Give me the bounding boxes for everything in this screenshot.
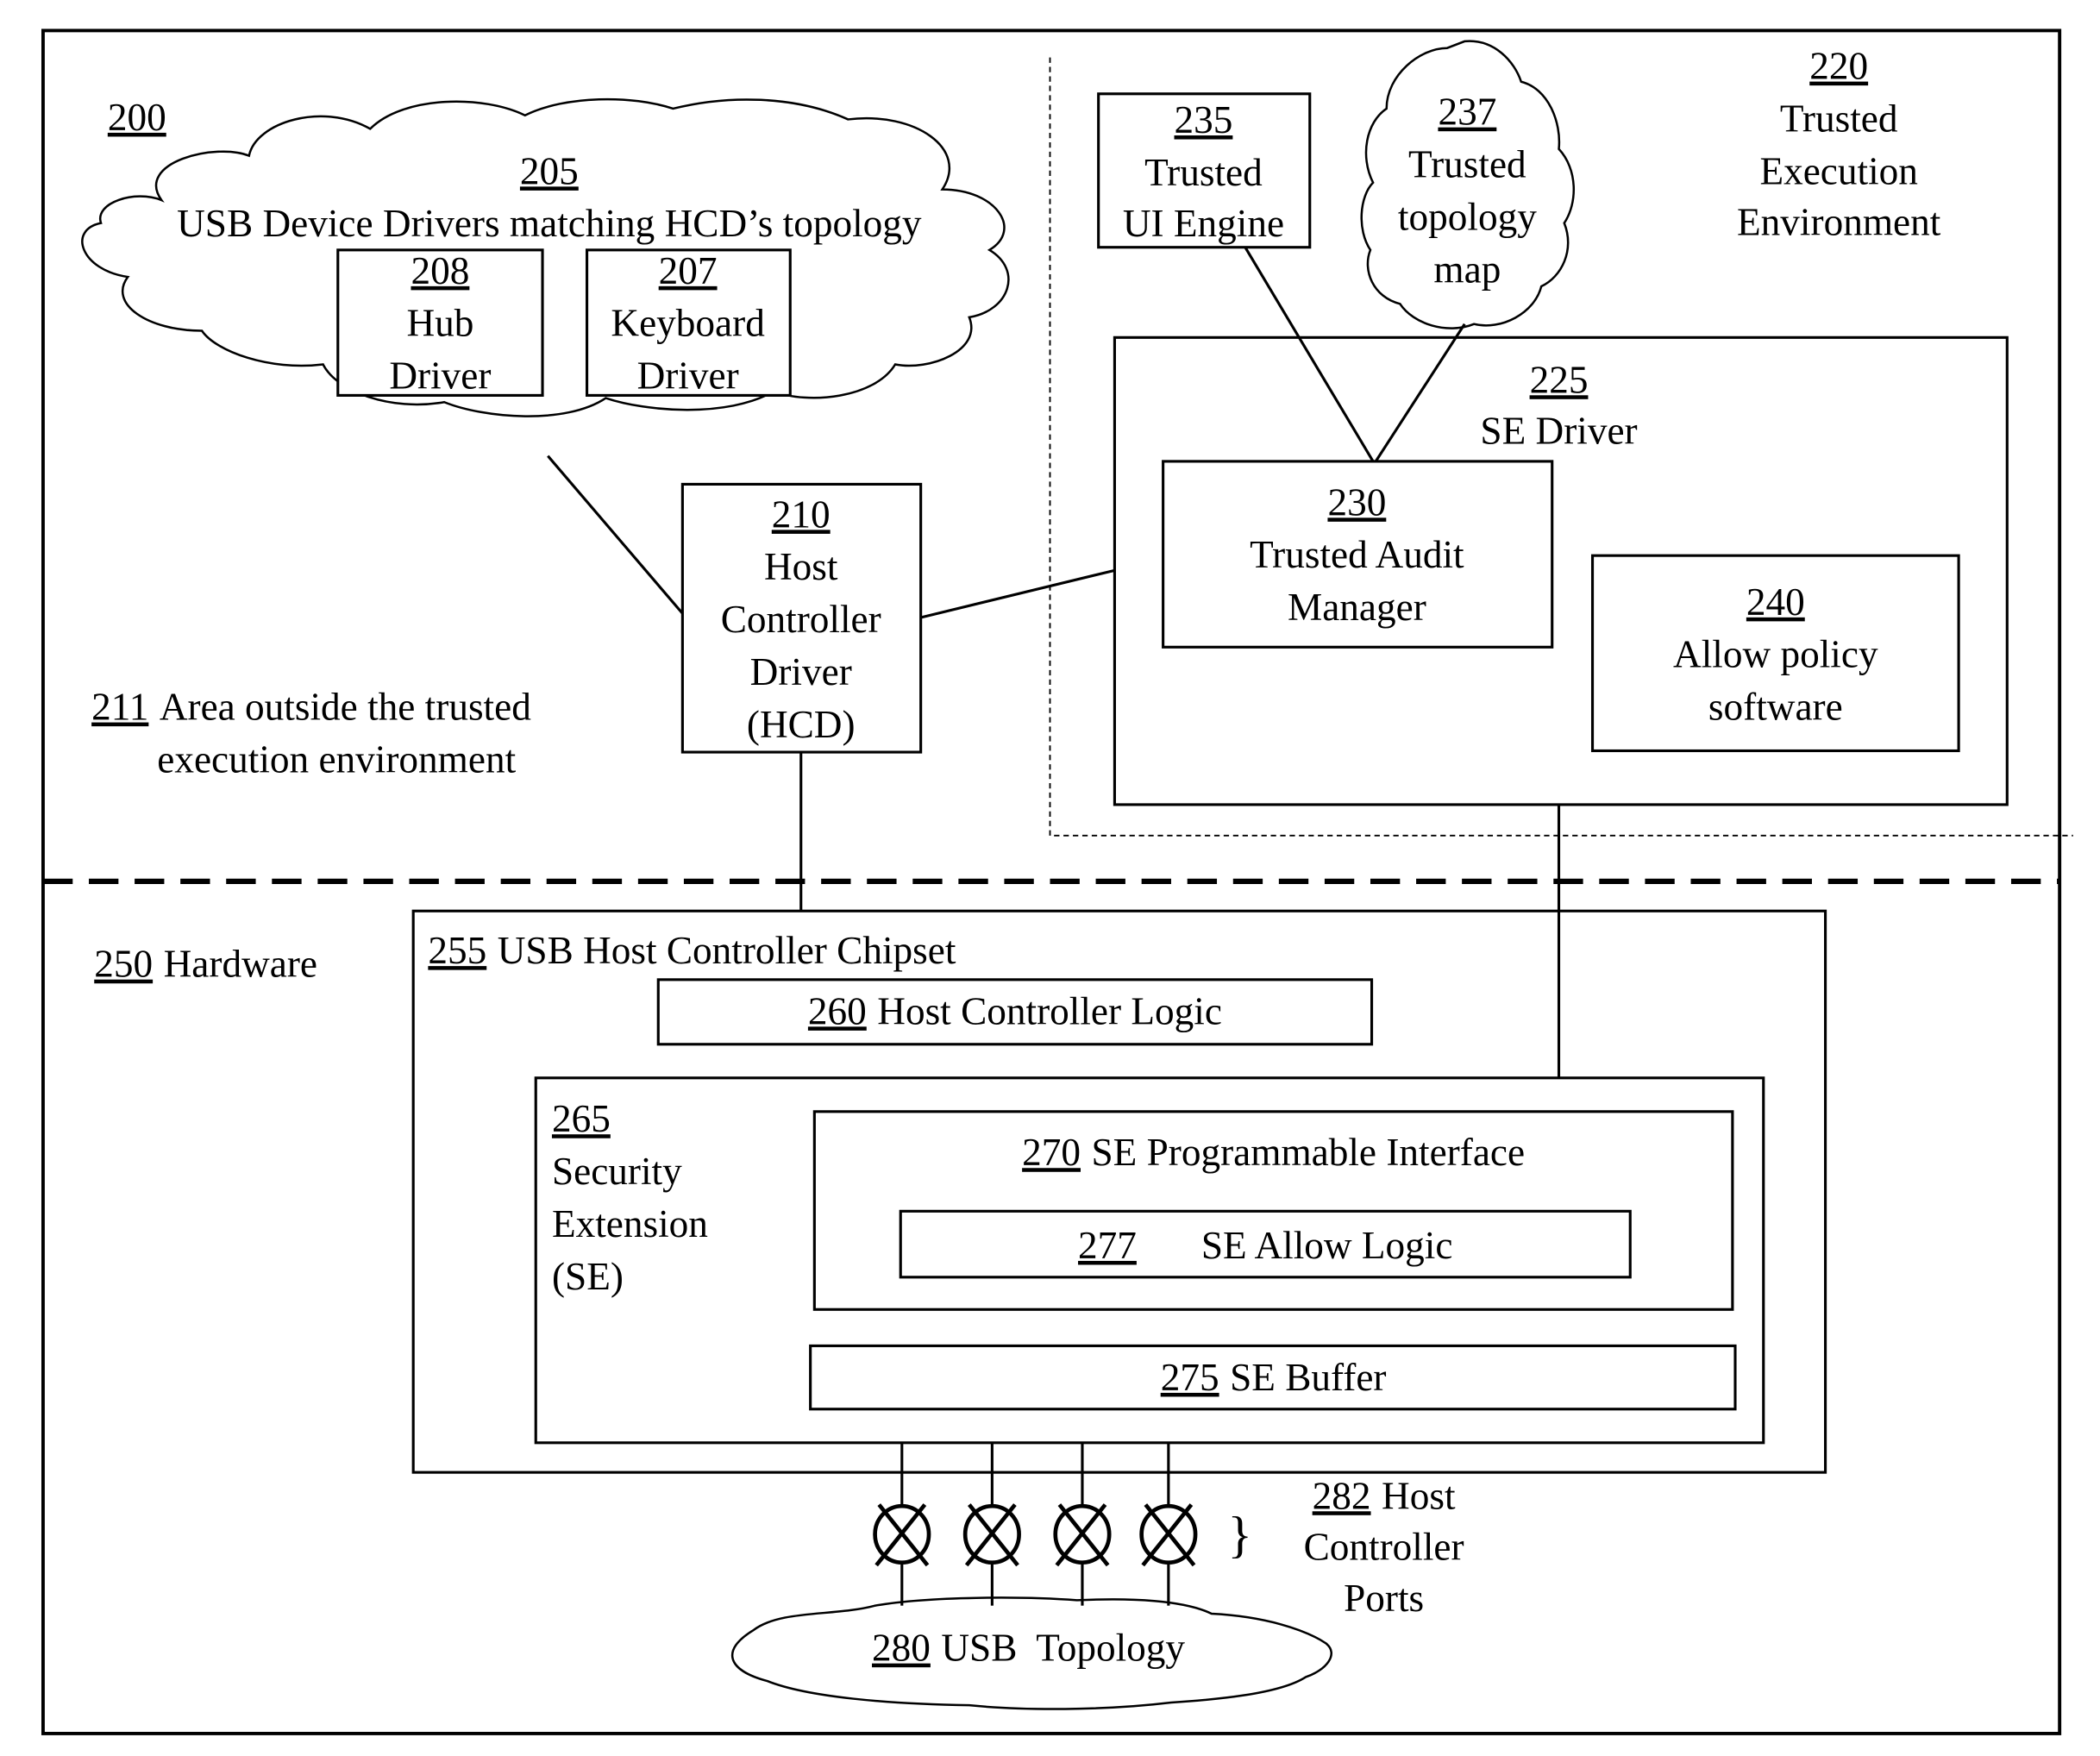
- topology-map-ref: 237: [1438, 91, 1496, 134]
- tee-line3: Environment: [1737, 201, 1941, 244]
- hc-logic-text: Host Controller Logic: [877, 989, 1222, 1032]
- ports-brace: }: [1228, 1506, 1252, 1563]
- ports-label-line2: Controller: [1304, 1526, 1464, 1569]
- topology-map-line2: topology: [1398, 195, 1537, 238]
- connector-hcd-sedriver: [920, 568, 1115, 619]
- se-driver-ref: 225: [1530, 358, 1589, 401]
- hub-driver-ref: 208: [411, 249, 469, 292]
- usb-topology-text: USB Topology: [941, 1627, 1185, 1670]
- usb-topology-ref: 280: [872, 1627, 931, 1670]
- hardware-ref: 250: [94, 943, 153, 986]
- security-extension-line1: Security: [552, 1150, 682, 1193]
- hub-driver-line2: Driver: [389, 354, 491, 398]
- se-allow-logic-text: SE Allow Logic: [1201, 1224, 1453, 1267]
- outside-area-label-line2: execution environment: [157, 737, 516, 781]
- trusted-ui-engine-line1: Trusted: [1144, 151, 1263, 194]
- hcd-line1: Host: [764, 545, 838, 588]
- usb-device-drivers-ref: 205: [520, 149, 579, 192]
- se-allow-logic-ref: 277: [1078, 1224, 1137, 1267]
- hcd-ref: 210: [772, 492, 831, 536]
- hcd-line3: Driver: [750, 650, 852, 693]
- se-driver-label: SE Driver: [1480, 410, 1637, 453]
- ports-label-line1: 282 Host: [1313, 1474, 1456, 1517]
- ports-ref: 282: [1313, 1474, 1371, 1517]
- audit-manager-line2: Manager: [1288, 586, 1426, 629]
- se-buffer-text: SE Buffer: [1230, 1356, 1386, 1399]
- chipset-ref: 255: [428, 929, 486, 972]
- host-controller-ports: [873, 1442, 1198, 1606]
- security-extension-ref: 265: [552, 1097, 611, 1140]
- trusted-ui-engine-line2: UI Engine: [1123, 202, 1284, 245]
- se-buffer-ref: 275: [1161, 1356, 1219, 1399]
- audit-manager-ref: 230: [1327, 480, 1386, 524]
- hcd-line2: Controller: [721, 598, 881, 641]
- hc-logic-ref: 260: [808, 989, 867, 1032]
- hub-driver-line1: Hub: [406, 302, 473, 345]
- hardware-text: Hardware: [164, 943, 317, 986]
- outside-area-ref: 211: [91, 686, 148, 729]
- ports-text1: Host: [1382, 1474, 1456, 1517]
- keyboard-driver-line1: Keyboard: [611, 302, 765, 345]
- usb-device-drivers-label: USB Device Drivers matching HCD’s topolo…: [177, 202, 922, 245]
- hcd-line4: (HCD): [747, 703, 856, 746]
- se-allow-logic-label: 277 SE Allow Logic: [1078, 1224, 1452, 1267]
- se-prog-interface-ref: 270: [1022, 1131, 1081, 1174]
- hardware-label: 250 Hardware: [94, 943, 317, 986]
- security-extension-line2: Extension: [552, 1202, 708, 1245]
- tee-ref: 220: [1809, 45, 1868, 88]
- se-buffer-label: 275 SE Buffer: [1161, 1356, 1387, 1399]
- usb-security-diagram: 200 205 USB Device Drivers matching HCD’…: [41, 28, 2073, 1735]
- outside-area-text1: Area outside the trusted: [160, 686, 531, 729]
- se-prog-interface-text: SE Programmable Interface: [1092, 1131, 1526, 1174]
- connector-drivers-hcd: [547, 455, 684, 615]
- outside-area-label-line1: 211 Area outside the trusted: [91, 686, 531, 729]
- tee-line1: Trusted: [1780, 97, 1898, 140]
- keyboard-driver-ref: 207: [659, 249, 718, 292]
- trusted-ui-engine-ref: 235: [1175, 98, 1233, 141]
- topology-map-line3: map: [1433, 248, 1501, 291]
- security-extension-line3: (SE): [552, 1255, 624, 1298]
- topology-map-line1: Trusted: [1408, 143, 1526, 186]
- figure-ref: 200: [108, 96, 166, 139]
- se-prog-interface-label: 270 SE Programmable Interface: [1022, 1131, 1525, 1174]
- usb-device-drivers-cloud: [81, 97, 1010, 417]
- keyboard-driver-line2: Driver: [637, 354, 739, 398]
- audit-manager-line1: Trusted Audit: [1250, 533, 1464, 576]
- allow-policy-line2: software: [1708, 686, 1843, 729]
- ports-label-line3: Ports: [1344, 1577, 1424, 1620]
- usb-topology-label: 280 USB Topology: [872, 1627, 1185, 1670]
- connector-ui-audit: [1244, 246, 1375, 462]
- allow-policy-ref: 240: [1746, 580, 1805, 624]
- chipset-text: USB Host Controller Chipset: [498, 929, 956, 972]
- chipset-label: 255 USB Host Controller Chipset: [428, 929, 956, 972]
- allow-policy-line1: Allow policy: [1673, 633, 1878, 676]
- connector-map-audit: [1374, 323, 1466, 462]
- tee-line2: Execution: [1759, 149, 1917, 192]
